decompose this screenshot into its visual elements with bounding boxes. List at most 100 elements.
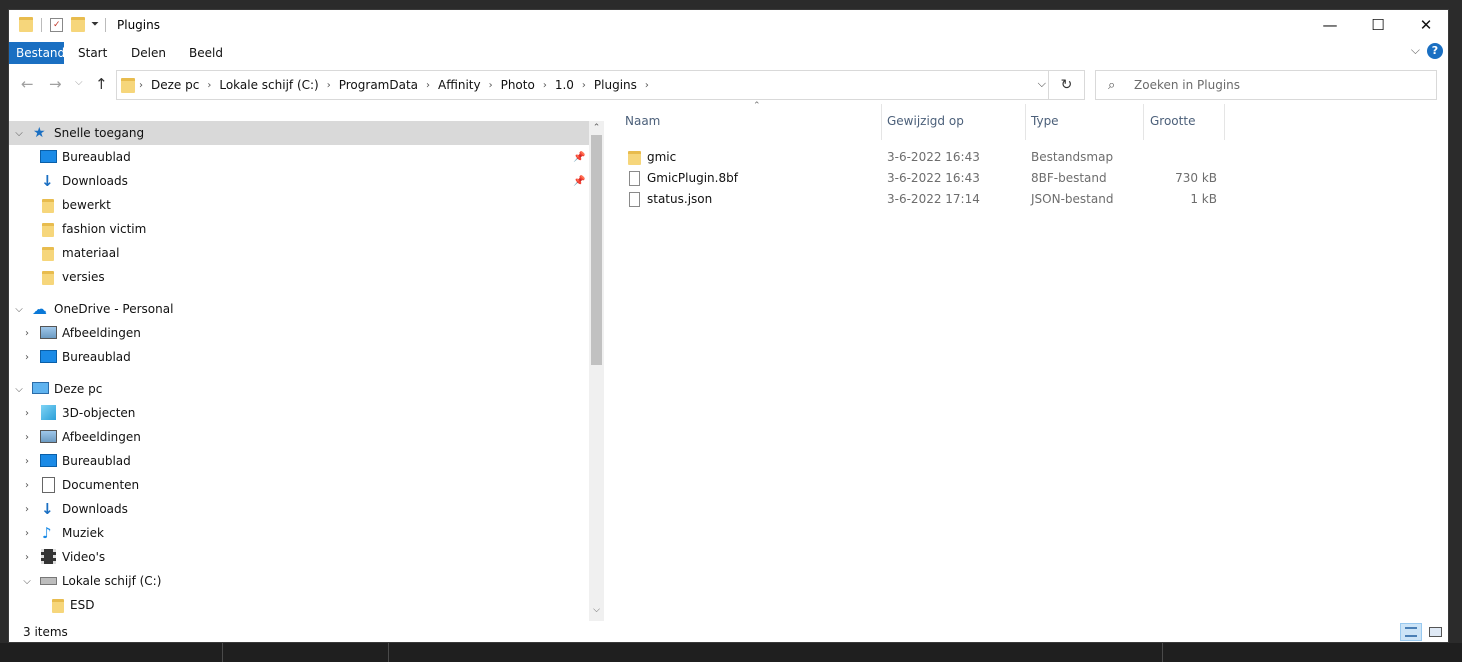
file-modified: 3-6-2022 17:14 [887,192,980,206]
tree-item-label: bewerkt [62,198,111,212]
tree-item-lokale-schijf[interactable]: ⌵ Lokale schijf (C:) [9,569,589,593]
breadcrumb-separator[interactable]: › [641,80,653,91]
tree-item-afbeeldingen[interactable]: › Afbeeldingen [9,321,589,345]
refresh-button[interactable]: ↻ [1048,71,1084,99]
tree-item-documenten[interactable]: › Documenten [9,473,589,497]
column-divider[interactable] [881,104,882,140]
expand-chevron-icon[interactable]: › [21,528,33,539]
breadcrumb-separator[interactable]: › [323,80,335,91]
expand-chevron-icon[interactable]: › [21,456,33,467]
pin-icon[interactable]: 📌 [573,176,585,187]
breadcrumb-photo[interactable]: Photo [497,78,539,92]
tree-item-downloads[interactable]: › ↓ Downloads [9,497,589,521]
forward-button[interactable]: → [49,75,62,93]
expand-chevron-icon[interactable]: › [21,504,33,515]
scrollbar-thumb[interactable] [591,135,602,365]
tree-item-label: Afbeeldingen [62,326,141,340]
tree-item-bewerkt[interactable]: bewerkt [9,193,589,217]
address-bar[interactable]: › Deze pc › Lokale schijf (C:) › Program… [116,70,1085,100]
up-button[interactable]: ↑ [95,75,108,93]
pin-icon[interactable]: 📌 [573,152,585,163]
tree-item-label: Deze pc [54,382,103,396]
tree-item-bureaublad[interactable]: Bureaublad 📌 [9,145,589,169]
tree-item-muziek[interactable]: › ♪ Muziek [9,521,589,545]
tree-item-3d-objecten[interactable]: › 3D-objecten [9,401,589,425]
expand-chevron-icon[interactable]: › [21,432,33,443]
column-divider[interactable] [1224,104,1225,140]
file-icon [629,192,640,207]
tree-item-downloads[interactable]: ↓ Downloads 📌 [9,169,589,193]
properties-icon[interactable]: ✓ [50,17,63,32]
column-divider[interactable] [1025,104,1026,140]
details-view-button[interactable] [1400,623,1422,641]
expand-chevron-icon[interactable]: › [21,480,33,491]
collapse-chevron-icon[interactable]: ⌵ [13,304,25,315]
navigation-pane-scrollbar[interactable]: ⌃ ⌵ [589,121,604,621]
expand-ribbon-icon[interactable]: ⌵ [1411,43,1420,58]
close-button[interactable]: ✕ [1403,10,1448,40]
tab-beeld[interactable]: Beeld [182,42,230,64]
tree-item-esd[interactable]: ESD [9,593,589,617]
breadcrumb-affinity[interactable]: Affinity [434,78,485,92]
collapse-chevron-icon[interactable]: ⌵ [13,384,25,395]
recent-locations-button[interactable]: ⌵ [75,77,83,88]
tree-item-fashion-victim[interactable]: fashion victim [9,217,589,241]
expand-chevron-icon[interactable]: › [21,352,33,363]
item-count: 3 items [23,625,68,639]
column-header-type[interactable]: Type [1031,101,1059,141]
tree-item-onedrive[interactable]: ⌵ ☁ OneDrive - Personal [9,297,589,321]
breadcrumb-separator[interactable]: › [203,80,215,91]
expand-chevron-icon[interactable]: › [21,552,33,563]
expand-chevron-icon[interactable]: › [21,328,33,339]
minimize-button[interactable]: — [1307,10,1353,40]
scroll-up-icon[interactable]: ⌃ [589,123,604,133]
tree-item-deze-pc[interactable]: ⌵ Deze pc [9,377,589,401]
tab-delen[interactable]: Delen [124,42,173,64]
maximize-button[interactable]: ☐ [1355,10,1401,40]
file-row-gmic[interactable]: gmic 3-6-2022 16:43 Bestandsmap [605,147,1448,168]
address-dropdown-icon[interactable]: ⌵ [1038,77,1046,91]
tree-item-bureaublad[interactable]: › Bureaublad [9,345,589,369]
tree-item-label: Documenten [62,478,140,492]
file-name: status.json [647,192,713,206]
tree-item-label: Downloads [62,502,128,516]
search-box[interactable]: ⌕ [1095,70,1437,100]
file-name: gmic [647,150,677,164]
column-header-naam[interactable]: Naam [625,101,660,141]
customize-toolbar-icon[interactable]: ⏷ [91,19,99,30]
tree-item-snelle-toegang[interactable]: ⌵ ★ Snelle toegang [9,121,589,145]
expand-chevron-icon[interactable]: › [21,408,33,419]
tab-start[interactable]: Start [71,42,114,64]
taskbar-divider [1162,643,1163,662]
breadcrumb-lokale-schijf[interactable]: Lokale schijf (C:) [215,78,322,92]
collapse-chevron-icon[interactable]: ⌵ [13,128,25,139]
breadcrumb-separator[interactable]: › [539,80,551,91]
tab-bestand[interactable]: Bestand [9,42,65,64]
tree-item-videos[interactable]: › Video's [9,545,589,569]
tree-item-versies[interactable]: versies [9,265,589,289]
tree-item-afbeeldingen[interactable]: › Afbeeldingen [9,425,589,449]
quick-access-toolbar: ✓ ⏷ [19,17,106,32]
tree-item-bureaublad[interactable]: › Bureaublad [9,449,589,473]
column-header-gewijzigd-op[interactable]: Gewijzigd op [887,101,964,141]
file-row-status-json[interactable]: status.json 3-6-2022 17:14 JSON-bestand … [605,189,1448,210]
breadcrumb-separator[interactable]: › [485,80,497,91]
large-icons-view-button[interactable] [1424,623,1446,641]
breadcrumb-separator[interactable]: › [578,80,590,91]
tree-item-materiaal[interactable]: materiaal [9,241,589,265]
breadcrumb-separator[interactable]: › [422,80,434,91]
collapse-chevron-icon[interactable]: ⌵ [21,576,33,587]
help-icon[interactable]: ? [1427,43,1443,59]
breadcrumb-version[interactable]: 1.0 [551,78,578,92]
column-header-grootte[interactable]: Grootte [1150,101,1195,141]
search-input[interactable] [1134,78,1414,92]
file-row-gmicplugin[interactable]: GmicPlugin.8bf 3-6-2022 16:43 8BF-bestan… [605,168,1448,189]
back-button[interactable]: ← [21,75,34,93]
breadcrumb-programdata[interactable]: ProgramData [335,78,422,92]
breadcrumb-separator[interactable]: › [135,80,147,91]
scroll-down-icon[interactable]: ⌵ [589,605,604,615]
new-folder-icon[interactable] [71,17,85,32]
column-divider[interactable] [1143,104,1144,140]
breadcrumb-deze-pc[interactable]: Deze pc [147,78,203,92]
breadcrumb-plugins[interactable]: Plugins [590,78,641,92]
